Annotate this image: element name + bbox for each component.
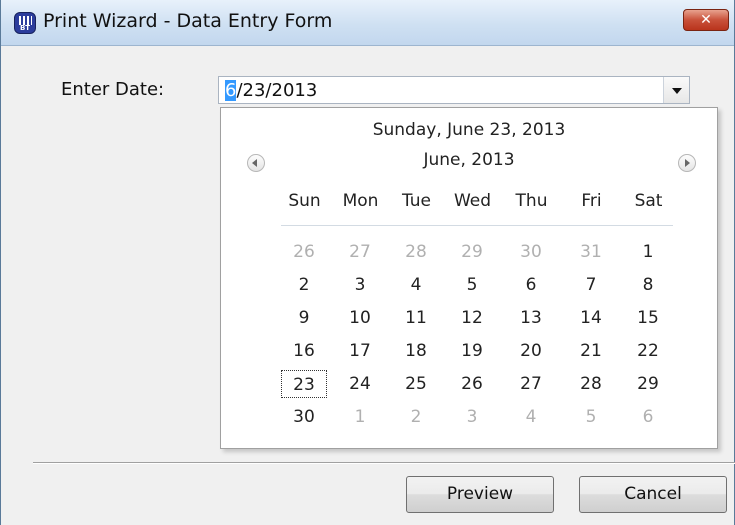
- calendar-day[interactable]: 27: [337, 238, 383, 266]
- calendar-day[interactable]: 3: [337, 271, 383, 299]
- weekday-divider: [281, 225, 673, 226]
- date-value-selected-part: 6: [225, 80, 237, 101]
- calendar-day[interactable]: 27: [508, 370, 554, 398]
- calendar-day[interactable]: 18: [393, 337, 439, 365]
- calendar-day[interactable]: 22: [625, 337, 671, 365]
- calendar-dropdown: Sunday, June 23, 2013 June, 2013 Sun Mon T…: [220, 107, 718, 449]
- weekday-header-fri: Fri: [581, 191, 602, 211]
- calendar-day[interactable]: 10: [337, 304, 383, 332]
- date-picker-field[interactable]: 6/23/2013: [218, 76, 690, 104]
- calendar-day[interactable]: 21: [568, 337, 614, 365]
- weekday-header-row: Sun Mon Tue Wed Thu Fri Sat: [277, 191, 676, 217]
- calendar-day[interactable]: 28: [568, 370, 614, 398]
- footer-divider: [33, 462, 735, 464]
- calendar-day[interactable]: 29: [625, 370, 671, 398]
- close-button[interactable]: ✕: [683, 9, 729, 31]
- calendar-day[interactable]: 24: [337, 370, 383, 398]
- calendar-day[interactable]: 25: [393, 370, 439, 398]
- calendar-day[interactable]: 19: [449, 337, 495, 365]
- calendar-day[interactable]: 20: [508, 337, 554, 365]
- calendar-day[interactable]: 30: [281, 403, 327, 431]
- calendar-month-title[interactable]: June, 2013: [221, 150, 717, 170]
- calendar-today-header[interactable]: Sunday, June 23, 2013: [221, 120, 717, 140]
- cancel-button[interactable]: Cancel: [579, 476, 727, 513]
- calendar-day[interactable]: 8: [625, 271, 671, 299]
- enter-date-label: Enter Date:: [61, 79, 165, 100]
- calendar-day[interactable]: 6: [625, 403, 671, 431]
- calendar-day[interactable]: 7: [568, 271, 614, 299]
- calendar-day[interactable]: 15: [625, 304, 671, 332]
- calendar-day[interactable]: 3: [449, 403, 495, 431]
- weekday-header-tue: Tue: [401, 191, 432, 211]
- calendar-day[interactable]: 4: [393, 271, 439, 299]
- preview-button[interactable]: Preview: [406, 476, 554, 513]
- calendar-day[interactable]: 1: [625, 238, 671, 266]
- calendar-day[interactable]: 4: [508, 403, 554, 431]
- calendar-day[interactable]: 16: [281, 337, 327, 365]
- calendar-day[interactable]: 13: [508, 304, 554, 332]
- weekday-header-mon: Mon: [342, 191, 379, 211]
- calendar-day[interactable]: 29: [449, 238, 495, 266]
- calendar-day[interactable]: 5: [449, 271, 495, 299]
- calendar-day[interactable]: 12: [449, 304, 495, 332]
- title-bar[interactable]: BT Print Wizard - Data Entry Form ✕: [1, 0, 734, 46]
- weekday-header-sun: Sun: [288, 191, 321, 211]
- calendar-day[interactable]: 9: [281, 304, 327, 332]
- calendar-day[interactable]: 2: [281, 271, 327, 299]
- calendar-day[interactable]: 26: [449, 370, 495, 398]
- calendar-day[interactable]: 6: [508, 271, 554, 299]
- calendar-day-selected[interactable]: 23: [281, 370, 327, 398]
- dropdown-arrow-button[interactable]: [663, 77, 689, 103]
- next-month-icon[interactable]: [678, 154, 696, 172]
- weekday-header-wed: Wed: [453, 191, 492, 211]
- print-wizard-window: BT Print Wizard - Data Entry Form ✕ Ente…: [0, 0, 735, 525]
- app-icon-text: BT: [19, 24, 31, 32]
- calendar-day[interactable]: 2: [393, 403, 439, 431]
- calendar-day[interactable]: 1: [337, 403, 383, 431]
- date-value[interactable]: 6/23/2013: [225, 80, 317, 101]
- weekday-header-sat: Sat: [634, 191, 663, 211]
- calendar-day[interactable]: 30: [508, 238, 554, 266]
- calendar-day[interactable]: 31: [568, 238, 614, 266]
- barcode-app-icon: BT: [14, 12, 36, 34]
- window-title: Print Wizard - Data Entry Form: [43, 10, 333, 32]
- calendar-day[interactable]: 28: [393, 238, 439, 266]
- weekday-header-thu: Thu: [515, 191, 548, 211]
- calendar-day[interactable]: 11: [393, 304, 439, 332]
- calendar-day[interactable]: 26: [281, 238, 327, 266]
- calendar-day[interactable]: 17: [337, 337, 383, 365]
- calendar-day[interactable]: 14: [568, 304, 614, 332]
- calendar-day[interactable]: 5: [568, 403, 614, 431]
- date-value-rest: /23/2013: [236, 80, 318, 101]
